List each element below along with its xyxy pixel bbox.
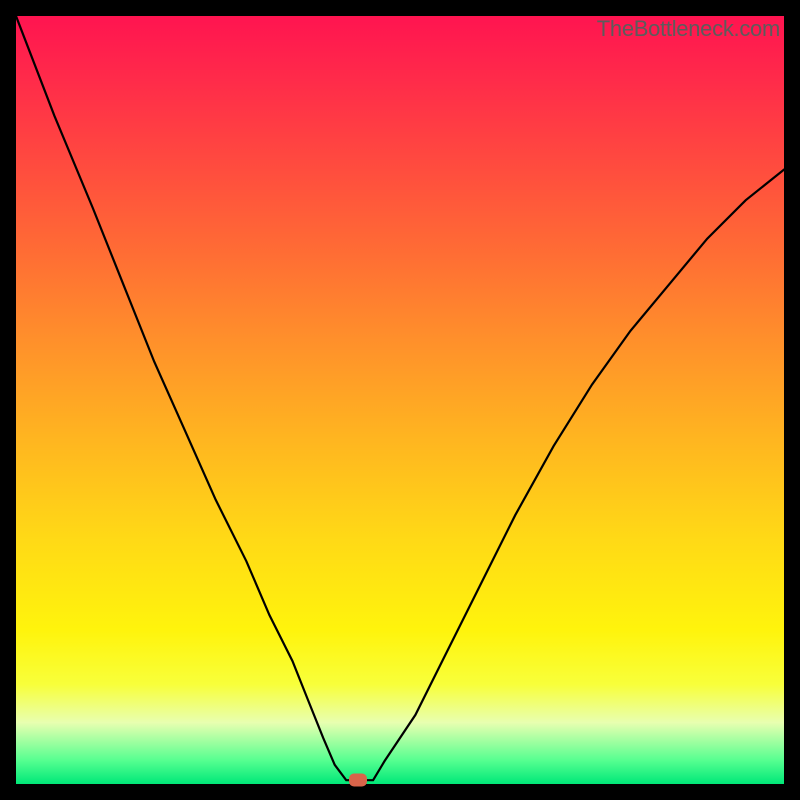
- chart-frame: TheBottleneck.com: [0, 0, 800, 800]
- plot-area: TheBottleneck.com: [16, 16, 784, 784]
- bottleneck-curve: [16, 16, 784, 784]
- curve-path: [16, 16, 784, 780]
- optimal-point-marker: [349, 774, 367, 787]
